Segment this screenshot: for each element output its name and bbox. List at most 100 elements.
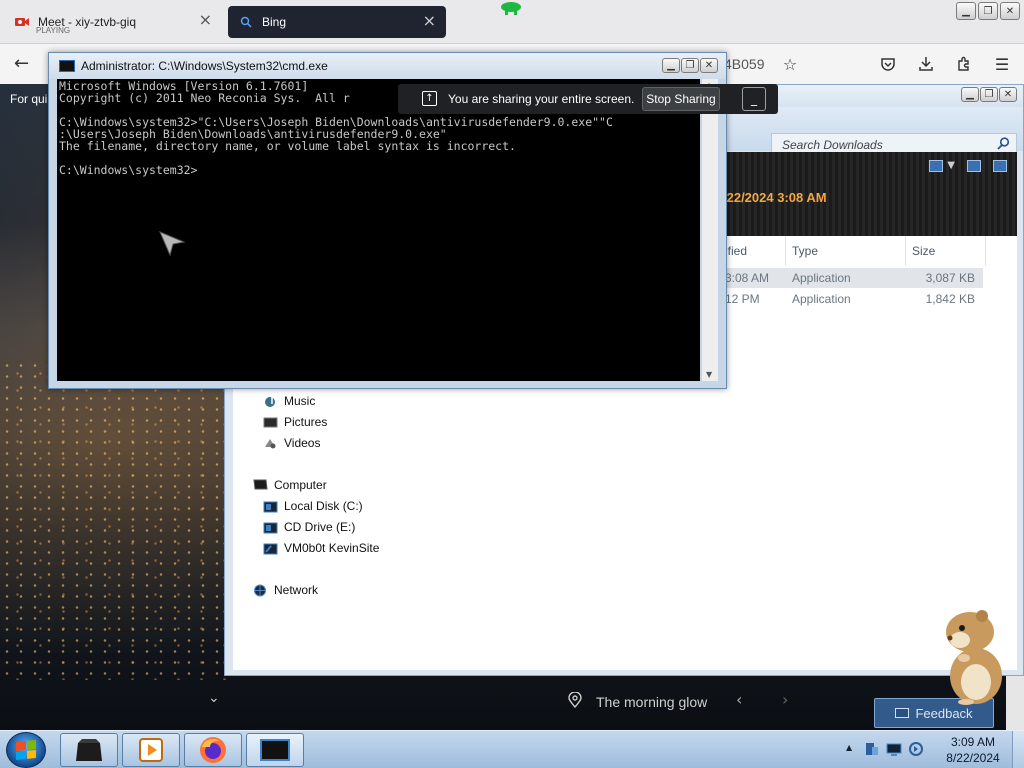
bing-bottom-bar: ⌄ The morning glow ‹ › Feedback [0,676,1024,730]
minimize-button[interactable]: ▁ [956,2,976,20]
recording-indicator-icon [501,2,521,15]
nav-item-pictures[interactable]: Pictures [263,415,327,429]
cmd-console[interactable]: Microsoft Windows [Version 6.1.7601] Cop… [57,79,700,381]
file-row[interactable]: 3:08 AM Application 3,087 KB [721,268,983,288]
meet-camera-icon [14,14,30,30]
banner-date: /22/2024 3:08 AM [723,190,827,205]
file-row[interactable]: 12 PM Application 1,842 KB [721,289,983,309]
close-button[interactable]: ✕ [1000,2,1020,20]
nav-item-local-disk[interactable]: Local Disk (C:) [263,499,363,513]
action-center-icon[interactable] [864,741,880,757]
file-modified: 3:08 AM [725,271,770,285]
show-desktop-button[interactable] [1012,731,1024,768]
close-icon[interactable]: × [423,13,436,29]
wallpaper-location[interactable]: The morning glow [596,694,707,710]
maximize-button[interactable]: ❐ [978,2,998,20]
maximize-button[interactable]: ❐ [980,87,998,102]
feedback-label: Feedback [915,705,973,721]
nav-item-label: Pictures [284,415,328,429]
view-options: ▼ [929,160,1007,172]
cmd-titlebar[interactable]: Administrator: C:\Windows\System32\cmd.e… [49,53,726,79]
hamster-mascot-icon [946,610,1002,705]
column-divider [785,236,786,266]
tab-bing[interactable]: Bing × [228,6,446,38]
maximize-button[interactable]: ❐ [681,58,699,73]
show-hidden-icons-icon[interactable]: ▲ [846,743,852,752]
taskbar-clock[interactable]: 3:09 AM 8/22/2024 [940,734,1006,766]
nav-item-music[interactable]: Music [263,394,315,408]
pocket-icon[interactable] [878,54,898,74]
screen-share-bar: ↑ You are sharing your entire screen. St… [398,84,778,114]
cmd-window-controls: ▁ ❐ ✕ [662,58,718,73]
location-pin-icon [568,691,582,712]
tab-bing-title: Bing [262,15,287,29]
close-button[interactable]: ✕ [700,58,718,73]
previous-image-icon[interactable]: ‹ [736,690,742,709]
bookmark-star-icon[interactable]: ☆ [780,54,800,74]
mouse-cursor-icon [159,231,186,256]
city-lights-decoration [0,360,230,680]
nav-item-network[interactable]: Network [253,583,318,597]
tab-meet[interactable]: Meet - xiy-ztvb-giq PLAYING × [4,4,222,40]
nav-item-videos[interactable]: Videos [263,436,320,450]
taskbar-app-firefox[interactable] [184,733,242,767]
nav-item-network-drive[interactable]: VM0b0t KevinSite [263,541,379,555]
file-type: Application [792,292,851,306]
search-placeholder: Search Downloads [782,138,883,152]
cmd-scrollbar[interactable]: ▲ ▼ [701,79,718,381]
back-arrow-icon[interactable]: ← [14,53,29,74]
videos-icon [265,438,276,448]
menu-icon[interactable]: ☰ [992,54,1012,74]
cmd-app-icon [59,60,75,72]
download-icon[interactable] [916,54,936,74]
volume-icon[interactable] [908,741,924,757]
search-icon [238,14,254,30]
network-globe-icon [254,584,266,596]
nav-item-label: CD Drive (E:) [284,520,356,534]
chevron-down-icon[interactable]: ⌄ [208,690,220,706]
network-icon[interactable] [886,741,902,757]
start-button[interactable] [6,732,46,768]
search-icon[interactable] [997,137,1010,153]
tab-meet-status: PLAYING [36,26,71,35]
column-header-type[interactable]: Type [792,244,818,258]
minimize-button[interactable]: ▁ [961,87,979,102]
clock-date: 8/22/2024 [946,751,1000,765]
network-drive-icon [263,543,278,554]
column-header-modified[interactable]: ified [725,244,747,258]
chevron-down-icon[interactable]: ▼ [947,160,955,172]
explorer-details-banner: /22/2024 3:08 AM ▼ [721,152,1017,236]
nav-item-cd-drive[interactable]: CD Drive (E:) [263,520,355,534]
share-bar-minimize-button[interactable]: _ [742,87,766,111]
cmd-window-title: Administrator: C:\Windows\System32\cmd.e… [81,59,328,73]
console-line: Copyright (c) 2011 Neo Reconia Sys. All … [59,91,350,105]
help-icon[interactable] [993,160,1007,172]
console-prompt: C:\Windows\system32> [59,163,198,177]
nav-item-label: VM0b0t KevinSite [284,541,380,555]
share-message: You are sharing your entire screen. [448,92,635,106]
file-size: 3,087 KB [925,271,975,285]
system-tray [864,741,924,757]
taskbar-app-cmd[interactable] [246,733,304,767]
taskbar: ▲ 3:09 AM 8/22/2024 [0,730,1024,768]
view-icon[interactable] [929,160,944,172]
taskbar-app-explorer[interactable] [60,733,118,767]
minimize-button[interactable]: ▁ [662,58,680,73]
scroll-down-icon[interactable]: ▼ [706,370,712,379]
media-player-icon [139,738,163,762]
quick-access-text: For qui [10,92,48,106]
cd-drive-icon [263,522,278,533]
drive-icon [263,501,278,512]
stop-sharing-button[interactable]: Stop Sharing [642,87,720,111]
nav-item-computer[interactable]: Computer [253,478,327,492]
close-button[interactable]: ✕ [999,87,1017,102]
next-image-icon[interactable]: › [782,690,788,709]
browser-window-controls: ▁ ❐ ✕ [956,2,1020,20]
preview-pane-icon[interactable] [967,160,981,172]
browser-tab-strip: Meet - xiy-ztvb-giq PLAYING × Bing × ▁ ❐… [0,0,1024,44]
extensions-icon[interactable] [954,54,974,74]
close-icon[interactable]: × [199,12,212,28]
url-fragment[interactable]: 4B059 [724,56,764,72]
taskbar-app-media-player[interactable] [122,733,180,767]
column-header-size[interactable]: Size [912,244,935,258]
